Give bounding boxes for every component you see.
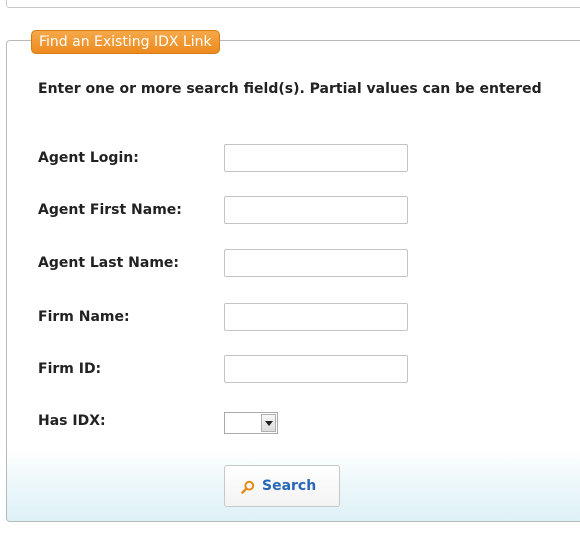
top-panel xyxy=(6,0,580,8)
agent-login-row: Agent Login: xyxy=(38,144,438,174)
instructions-text: Enter one or more search field(s). Parti… xyxy=(38,81,542,97)
search-icon xyxy=(241,480,255,494)
firm-id-label: Firm ID: xyxy=(38,361,102,377)
search-button[interactable]: Search xyxy=(224,465,340,507)
agent-first-name-label: Agent First Name: xyxy=(38,202,182,218)
has-idx-row: Has IDX: xyxy=(38,407,438,437)
agent-last-name-row: Agent Last Name: xyxy=(38,249,438,279)
has-idx-label: Has IDX: xyxy=(38,413,106,429)
firm-id-input[interactable] xyxy=(224,355,408,383)
search-button-label: Search xyxy=(262,478,317,494)
chevron-down-icon xyxy=(265,421,273,426)
has-idx-select[interactable] xyxy=(224,412,278,434)
firm-name-row: Firm Name: xyxy=(38,303,438,333)
agent-login-label: Agent Login: xyxy=(38,150,139,166)
fieldset-legend: Find an Existing IDX Link xyxy=(31,30,220,54)
firm-id-row: Firm ID: xyxy=(38,355,438,385)
agent-login-input[interactable] xyxy=(224,144,408,172)
agent-last-name-input[interactable] xyxy=(224,249,408,277)
agent-first-name-input[interactable] xyxy=(224,196,408,224)
agent-first-name-row: Agent First Name: xyxy=(38,196,438,226)
firm-name-label: Firm Name: xyxy=(38,309,130,325)
agent-last-name-label: Agent Last Name: xyxy=(38,255,179,271)
has-idx-dropdown-button[interactable] xyxy=(261,414,276,432)
page: Find an Existing IDX Link Enter one or m… xyxy=(0,0,580,533)
firm-name-input[interactable] xyxy=(224,303,408,331)
search-fieldset xyxy=(6,40,580,522)
